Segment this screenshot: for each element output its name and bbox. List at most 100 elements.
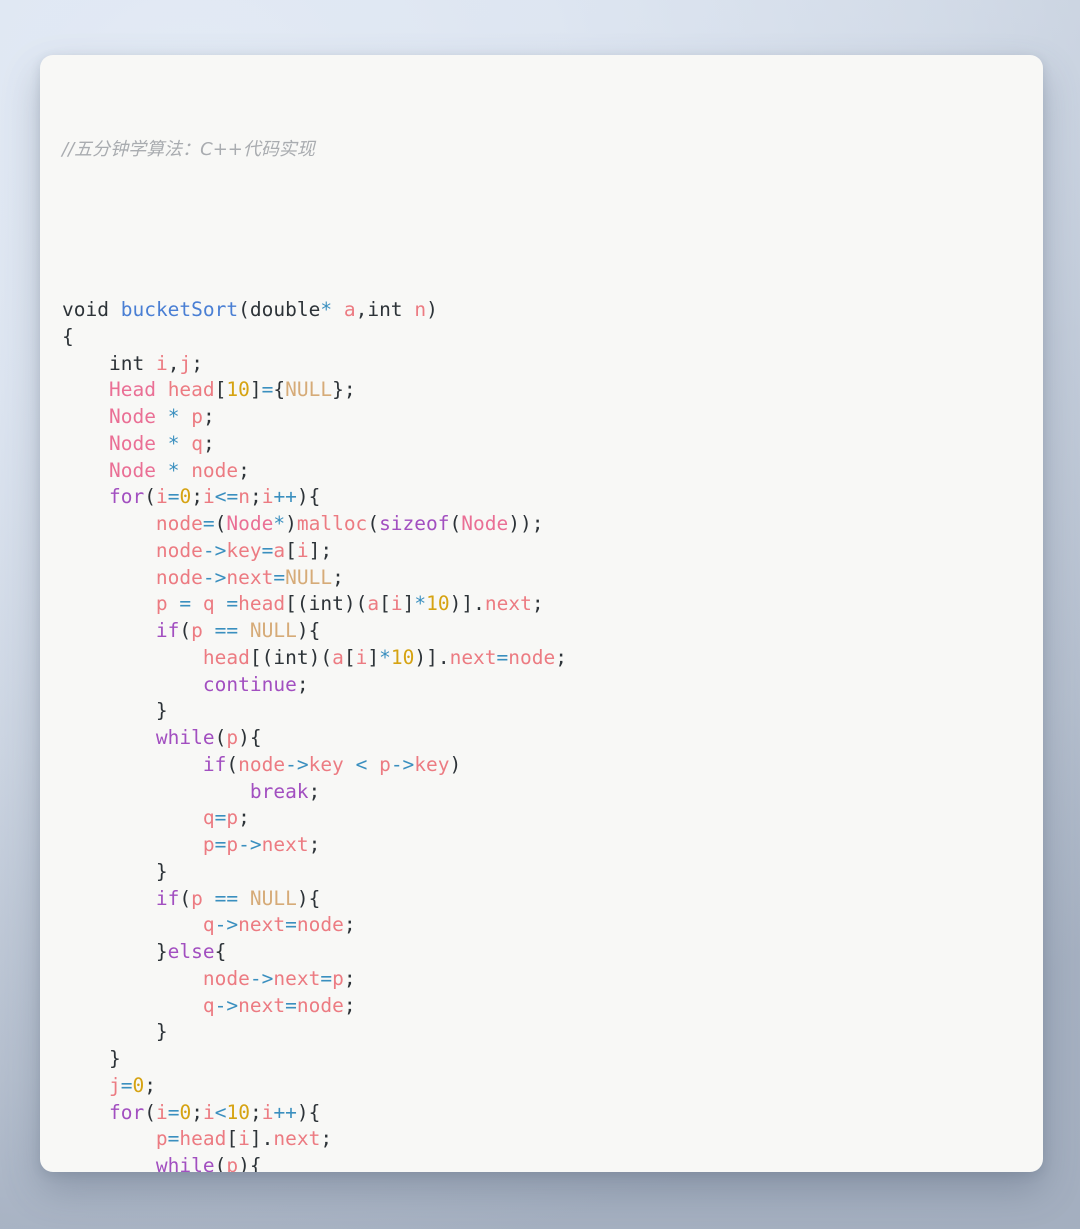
code-token: head [179, 1127, 227, 1151]
code-token: ( [261, 645, 274, 669]
code-token: ) [296, 619, 309, 642]
code-token: next [449, 645, 497, 669]
code-token: { [249, 1154, 262, 1172]
code-token: next [261, 833, 309, 856]
code-token: i [202, 1100, 215, 1124]
code-token: ( [144, 485, 156, 509]
code-token: p [226, 806, 239, 830]
code-token: ) [296, 886, 309, 910]
code-token: ; [320, 538, 333, 562]
code-line: int i,j; [62, 351, 1033, 378]
code-token: == [214, 619, 239, 642]
code-token: ; [320, 1127, 333, 1151]
code-token: ; [531, 592, 544, 616]
code-token: 10 [226, 378, 250, 402]
code-token: 10 [226, 1100, 250, 1124]
code-token: ( [238, 298, 250, 321]
code-line: for(i=0;i<10;i++){ [62, 1100, 1033, 1127]
code-token: i [296, 538, 309, 562]
code-token: node [155, 538, 203, 562]
code-token: { [308, 886, 321, 910]
code-token: { [308, 619, 321, 642]
code-token: = [285, 913, 297, 937]
code-token: ( [320, 645, 333, 669]
code-token: int [367, 298, 403, 321]
code-line: q->next=node; [62, 912, 1033, 939]
code-token: ] [367, 645, 380, 669]
code-line: p = q =head[(int)(a[i]*10)].next; [62, 591, 1033, 618]
code-token: 0 [132, 1073, 145, 1097]
code-token: 0 [179, 485, 192, 509]
code-token: = [202, 512, 215, 535]
code-token: next [226, 565, 274, 589]
code-token: -> [238, 833, 262, 856]
code-token: { [308, 485, 321, 509]
code-token: ] [402, 592, 415, 616]
code-block[interactable]: //五分钟学算法：C++代码实现 void bucketSort(double*… [62, 82, 1033, 1173]
code-token: node [508, 645, 556, 669]
code-token: , [167, 351, 180, 375]
code-line: }else{ [62, 939, 1033, 966]
code-token: } [155, 699, 168, 723]
code-line: } [62, 1019, 1033, 1046]
code-token: head [167, 378, 215, 402]
code-token: = [261, 538, 274, 562]
code-token: for [108, 1100, 145, 1124]
code-token: ( [179, 886, 192, 910]
code-token: <= [214, 485, 239, 509]
code-token: malloc [296, 512, 368, 535]
code-token: next [273, 1127, 321, 1151]
code-token: p [226, 726, 239, 749]
code-token: i [155, 485, 168, 509]
code-token: = [226, 592, 239, 616]
code-token: q [202, 993, 215, 1017]
code-line: } [62, 698, 1033, 725]
code-token: = [167, 485, 180, 509]
code-token: { [214, 940, 227, 963]
code-token: = [285, 993, 297, 1017]
code-line: if(p == NULL){ [62, 618, 1033, 645]
code-token: ) [449, 752, 462, 776]
code-token: [ [249, 645, 262, 669]
code-token: ( [355, 592, 368, 616]
code-token: double [249, 298, 321, 321]
code-token: ; [191, 351, 203, 375]
code-token: == [214, 886, 239, 910]
code-token: j [108, 1073, 121, 1097]
code-token: ) [285, 512, 297, 535]
code-token: = [179, 592, 192, 616]
code-token: . [473, 592, 485, 616]
code-token: -> [214, 913, 239, 937]
code-token: NULL [249, 886, 297, 910]
code-token: -> [249, 966, 274, 990]
code-token: ) [308, 645, 321, 669]
code-token: { [273, 378, 286, 402]
code-line: Node * q; [62, 431, 1033, 458]
code-token: ) [296, 485, 309, 509]
code-token: a [273, 538, 286, 562]
code-token: next [484, 592, 532, 616]
code-token: node [155, 565, 203, 589]
code-token: ; [308, 833, 321, 856]
code-token: ; [343, 993, 356, 1017]
code-token: ; [296, 672, 309, 696]
code-line: void bucketSort(double* a,int n) [62, 297, 1033, 324]
code-token: p [155, 592, 168, 616]
code-token: while [155, 1154, 215, 1172]
code-token: < [214, 1100, 227, 1124]
